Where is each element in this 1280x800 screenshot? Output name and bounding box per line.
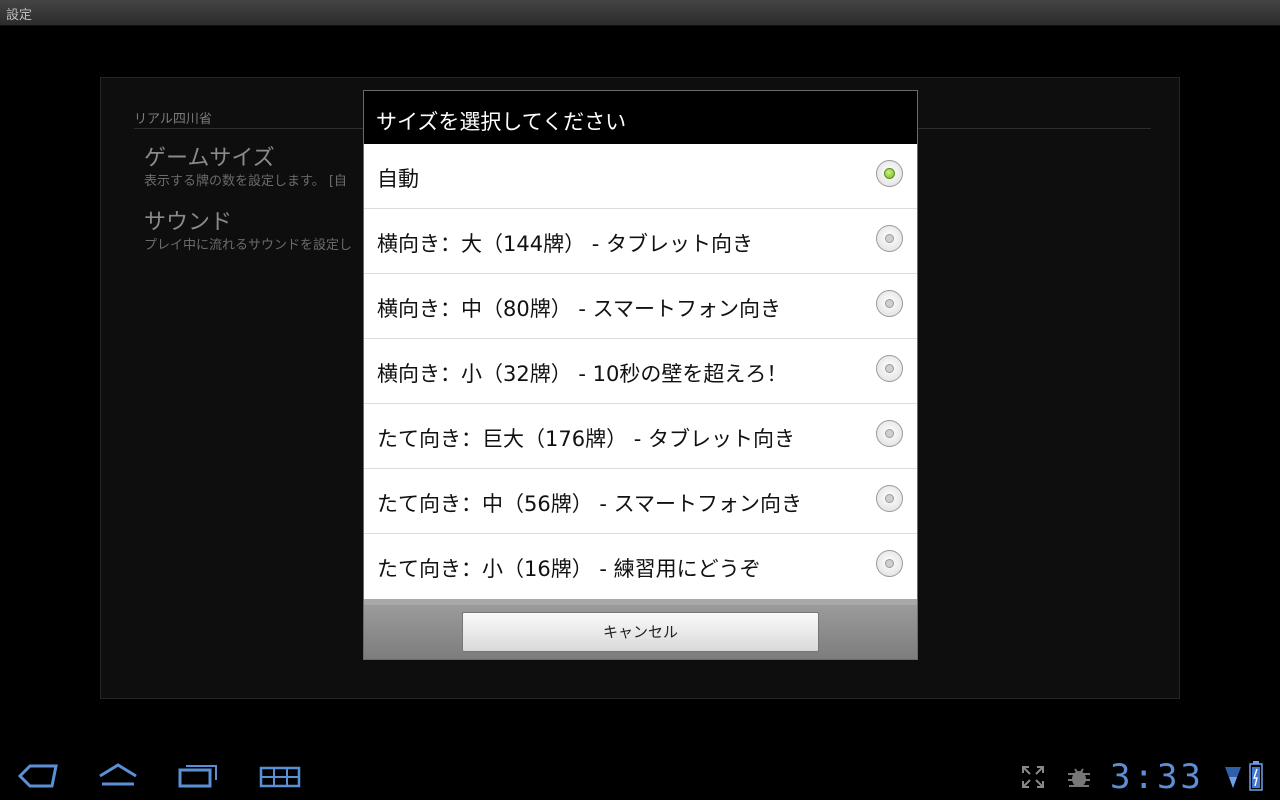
option-label: 横向き：大（144牌） - タブレット向き [377,232,754,256]
window-title: 設定 [6,8,33,23]
size-option-portrait-medium[interactable]: たて向き：中（56牌） - スマートフォン向き [364,469,917,534]
size-options-list[interactable]: 自動 横向き：大（144牌） - タブレット向き 横向き：中（80牌） - スマ… [364,144,917,599]
debug-icon [1068,768,1090,787]
radio-icon[interactable] [876,290,903,317]
size-option-portrait-small[interactable]: たて向き：小（16牌） - 練習用にどうぞ [364,534,917,599]
fullscreen-icon[interactable] [1020,764,1046,790]
dialog-title-bar: サイズを選択してください [364,91,917,145]
home-icon[interactable] [96,762,140,790]
option-label: 自動 [377,167,419,191]
cancel-button[interactable]: キャンセル [462,612,819,652]
battery-icon [1249,761,1263,791]
option-label: 横向き：小（32牌） - 10秒の壁を超えろ！ [377,362,788,386]
pref-sound-title[interactable]: サウンド [144,204,232,236]
size-select-dialog: サイズを選択してください 自動 横向き：大（144牌） - タブレット向き 横向… [363,90,918,660]
size-option-portrait-huge[interactable]: たて向き：巨大（176牌） - タブレット向き [364,404,917,469]
size-option-landscape-medium[interactable]: 横向き：中（80牌） - スマートフォン向き [364,274,917,339]
size-option-auto[interactable]: 自動 [364,144,917,209]
option-label: たて向き：小（16牌） - 練習用にどうぞ [377,557,761,581]
system-bar: 3:33 [0,752,1280,800]
option-label: たて向き：巨大（176牌） - タブレット向き [377,427,796,451]
radio-selected-icon[interactable] [876,160,903,187]
option-label: 横向き：中（80牌） - スマートフォン向き [377,297,782,321]
dialog-button-bar: キャンセル [364,605,917,659]
size-option-landscape-large[interactable]: 横向き：大（144牌） - タブレット向き [364,209,917,274]
title-bar: 設定 [0,0,1280,26]
radio-icon[interactable] [876,550,903,577]
pref-game-size-title[interactable]: ゲームサイズ [144,140,275,172]
radio-icon[interactable] [876,225,903,252]
radio-icon[interactable] [876,485,903,512]
radio-icon[interactable] [876,355,903,382]
back-icon[interactable] [16,762,58,790]
dialog-title: サイズを選択してください [376,110,627,134]
settings-category-header: リアル四川省 [134,112,212,127]
pref-game-size-summary: 表示する牌の数を設定します。 [自 [144,174,347,189]
wifi-icon [1225,767,1241,788]
radio-icon[interactable] [876,420,903,447]
menu-icon[interactable] [258,762,302,790]
recent-apps-icon[interactable] [176,762,220,790]
pref-sound-summary: プレイ中に流れるサウンドを設定し [144,238,353,253]
option-label: たて向き：中（56牌） - スマートフォン向き [377,492,803,516]
size-option-landscape-small[interactable]: 横向き：小（32牌） - 10秒の壁を超えろ！ [364,339,917,404]
status-clock: 3:33 [1110,757,1204,797]
